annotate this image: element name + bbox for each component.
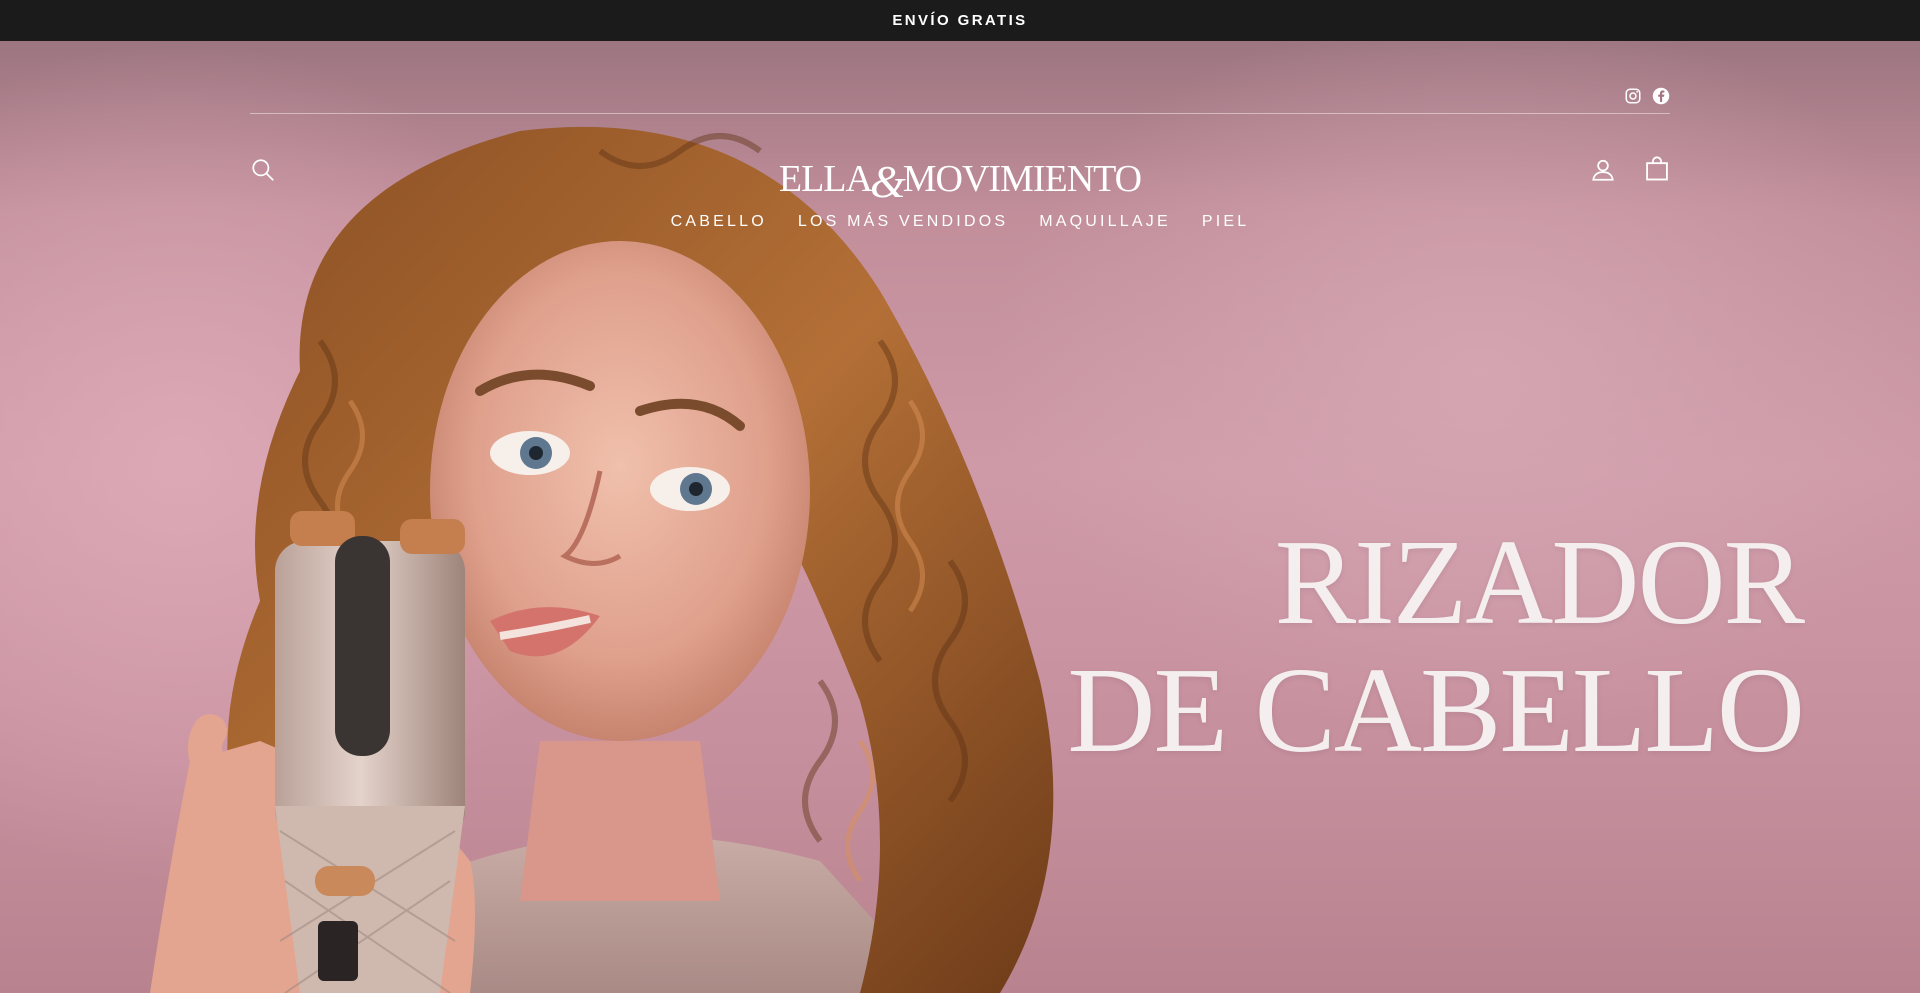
logo-part-2: MOVIMIENTO: [902, 158, 1142, 200]
hero-banner[interactable]: ELLA&MOVIMIENTO CABELLO LOS MÁS VENDIDOS…: [0, 41, 1920, 993]
hero-line-2: DE CABELLO: [1067, 643, 1805, 778]
nav-item-maquillaje[interactable]: MAQUILLAJE: [1039, 213, 1171, 231]
nav-item-piel[interactable]: PIEL: [1202, 213, 1250, 231]
hero-headline: RIZADOR DE CABELLO: [1067, 515, 1805, 778]
nav-item-cabello[interactable]: CABELLO: [671, 213, 767, 231]
facebook-icon[interactable]: [1652, 87, 1670, 110]
instagram-icon[interactable]: [1624, 87, 1642, 110]
header-divider: [250, 113, 1670, 114]
social-links: [1624, 87, 1670, 110]
announcement-bar: ENVÍO GRATIS: [0, 0, 1920, 41]
logo-ampersand: &: [869, 156, 906, 207]
logo-part-1: ELLA: [778, 158, 873, 200]
announcement-text: ENVÍO GRATIS: [892, 12, 1028, 29]
site-logo[interactable]: ELLA&MOVIMIENTO: [0, 149, 1920, 207]
main-nav: CABELLO LOS MÁS VENDIDOS MAQUILLAJE PIEL: [0, 213, 1920, 231]
user-icon[interactable]: [1590, 157, 1616, 183]
bag-icon[interactable]: [1643, 155, 1671, 183]
hero-line-1: RIZADOR: [1274, 515, 1805, 650]
nav-item-los-mas-vendidos[interactable]: LOS MÁS VENDIDOS: [798, 213, 1008, 231]
